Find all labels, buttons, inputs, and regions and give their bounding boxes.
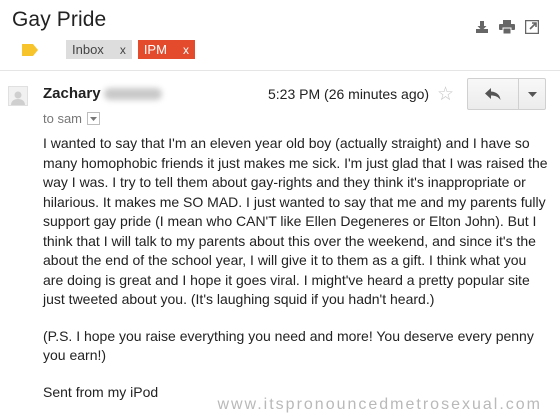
chevron-down-icon: [90, 116, 98, 121]
reply-button[interactable]: [468, 79, 518, 109]
print-icon[interactable]: [498, 18, 515, 35]
star-icon[interactable]: ☆: [437, 83, 454, 106]
label-row: Inbox x IPM x: [22, 40, 195, 59]
recipient-text: to sam: [43, 111, 83, 126]
message-paragraph: I wanted to say that I'm an eleven year …: [43, 135, 548, 307]
message-timestamp: 5:23 PM (26 minutes ago): [268, 86, 430, 102]
toolbar-icons: [473, 18, 540, 35]
reply-icon: [485, 88, 501, 100]
message-body: I wanted to say that I'm an eleven year …: [43, 134, 548, 419]
avatar[interactable]: [8, 86, 28, 106]
label-ipm-text: IPM: [143, 42, 167, 57]
label-inbox-text: Inbox: [72, 42, 104, 57]
open-in-new-window-icon[interactable]: [523, 18, 540, 35]
label-inbox-remove-button[interactable]: x: [120, 43, 126, 57]
watermark: www.itspronouncedmetrosexual.com: [217, 396, 542, 413]
email-subject: Gay Pride: [12, 8, 107, 31]
sender-name[interactable]: Zachary: [43, 85, 101, 102]
recipient-details-button[interactable]: [87, 112, 101, 125]
chevron-down-icon: [527, 91, 537, 97]
download-icon[interactable]: [473, 18, 490, 35]
label-inbox[interactable]: Inbox x: [66, 40, 132, 59]
header-divider: [0, 70, 560, 71]
recipient-line: to sam: [43, 111, 101, 126]
label-ipm[interactable]: IPM x: [137, 40, 195, 59]
reply-button-group: [467, 78, 546, 110]
label-ipm-remove-button[interactable]: x: [183, 43, 189, 57]
redacted-surname: [104, 88, 162, 100]
important-marker-icon[interactable]: [22, 43, 38, 57]
message-paragraph: (P.S. I hope you raise everything you ne…: [43, 327, 534, 364]
more-actions-button[interactable]: [518, 79, 545, 109]
